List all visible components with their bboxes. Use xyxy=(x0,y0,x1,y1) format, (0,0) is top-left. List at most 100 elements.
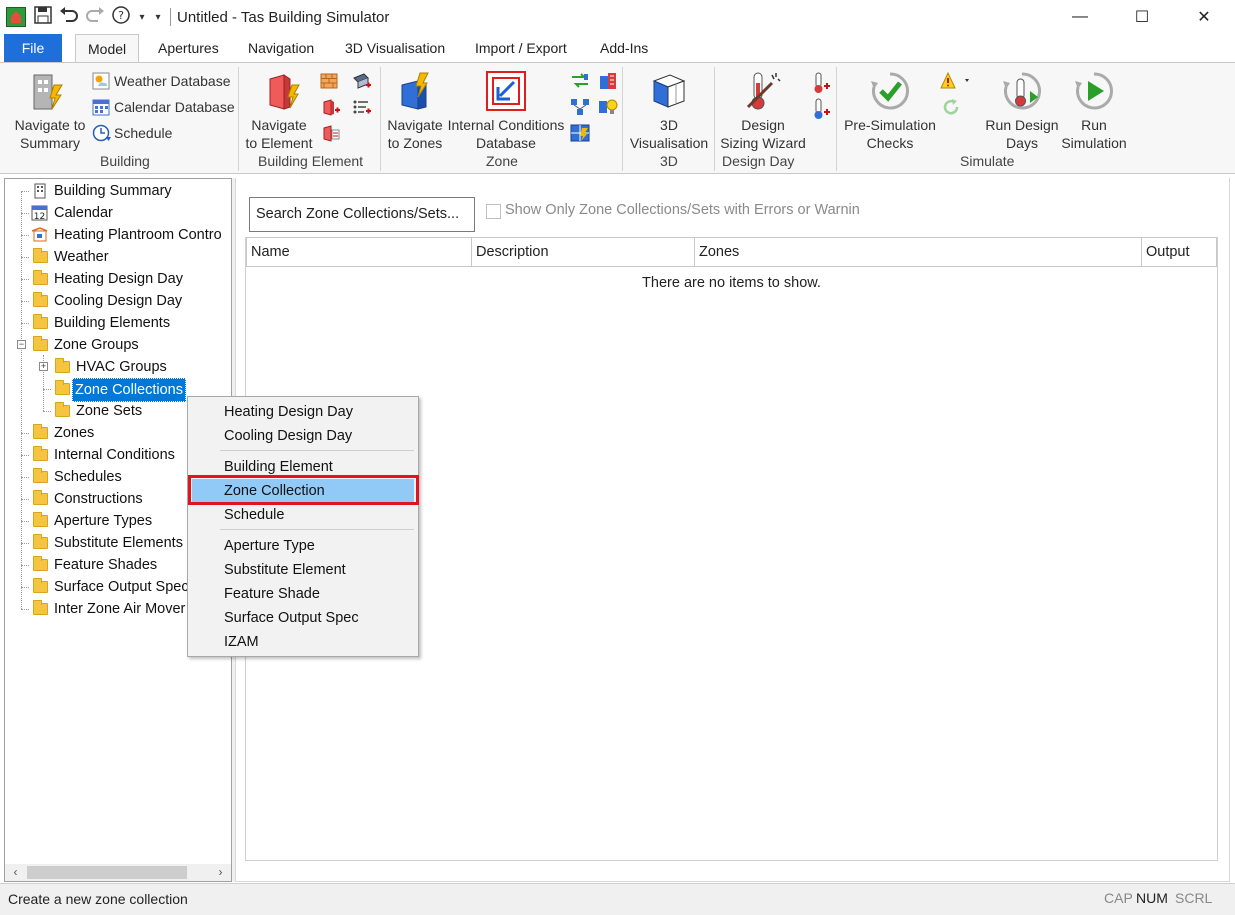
brick-wall-icon[interactable] xyxy=(320,72,338,90)
tab-import-export[interactable]: Import / Export xyxy=(463,34,579,62)
maximize-button[interactable]: ☐ xyxy=(1111,0,1173,34)
3d-visualisation-icon[interactable] xyxy=(648,69,686,109)
menu-item-izam[interactable]: IZAM xyxy=(192,630,414,654)
schedule-button[interactable]: Schedule xyxy=(114,124,172,142)
calendar-database-button[interactable]: Calendar Database xyxy=(114,98,235,116)
scroll-right-icon[interactable]: › xyxy=(212,864,229,881)
internal-conditions-database-icon[interactable] xyxy=(486,71,526,111)
close-button[interactable]: ✕ xyxy=(1173,0,1235,34)
zone-network-icon[interactable] xyxy=(570,98,589,116)
add-cooling-design-day-icon[interactable] xyxy=(812,98,830,119)
dropdown-arrow-icon[interactable]: ▾ xyxy=(136,12,148,23)
scrollbar-thumb[interactable] xyxy=(27,866,187,879)
3d-group-label: 3D xyxy=(660,153,678,169)
zone-lighting-icon[interactable] xyxy=(598,98,618,116)
tree-item-label: Zones xyxy=(54,425,95,441)
pre-simulation-checks-label[interactable]: Pre-Simulation Checks xyxy=(842,116,938,152)
tree-item-label: HVAC Groups xyxy=(76,359,167,375)
folder-icon xyxy=(33,248,48,263)
warning-icon[interactable] xyxy=(940,71,969,90)
shade-element-icon[interactable] xyxy=(352,72,371,90)
minimize-button[interactable]: — xyxy=(1049,0,1111,34)
weather-database-icon[interactable] xyxy=(92,72,110,90)
add-heating-design-day-icon[interactable] xyxy=(812,72,830,93)
column-header-description[interactable]: Description xyxy=(472,238,695,266)
tree-connector xyxy=(21,609,29,610)
redo-icon xyxy=(84,6,106,29)
menu-item-schedule[interactable]: Schedule xyxy=(192,503,414,527)
navigate-to-summary-label[interactable]: Navigate to Summary xyxy=(12,116,88,152)
zone-swap-icon[interactable] xyxy=(570,72,588,90)
errors-only-label: Show Only Zone Collections/Sets with Err… xyxy=(505,202,860,218)
tab-apertures[interactable]: Apertures xyxy=(146,34,231,62)
menu-item-cooling-design-day[interactable]: Cooling Design Day xyxy=(192,424,414,448)
tree-item-hvac-groups[interactable]: + HVAC Groups xyxy=(33,356,231,378)
expand-icon[interactable]: + xyxy=(39,362,48,371)
simulate-group-label: Simulate xyxy=(960,153,1015,169)
tree-horizontal-scrollbar[interactable]: ‹ › xyxy=(5,864,231,881)
navigate-to-element-label[interactable]: Navigate to Element xyxy=(244,116,314,152)
app-logo-icon[interactable] xyxy=(6,7,26,27)
weather-database-button[interactable]: Weather Database xyxy=(114,72,230,90)
search-zone-collections-button[interactable]: Search Zone Collections/Sets... xyxy=(249,197,475,232)
run-design-days-label[interactable]: Run Design Days xyxy=(982,116,1062,152)
customize-toolbar-icon[interactable]: ▾ xyxy=(152,12,164,23)
add-element-icon[interactable] xyxy=(322,98,340,116)
collapse-icon[interactable]: − xyxy=(17,340,26,349)
tree-item-zone-groups[interactable]: − Zone Groups xyxy=(11,334,231,356)
menu-item-heating-design-day[interactable]: Heating Design Day xyxy=(192,400,414,424)
column-header-zones[interactable]: Zones xyxy=(695,238,1142,266)
tree-item-label: Zone Collections xyxy=(72,378,186,402)
tab-model[interactable]: Model xyxy=(75,34,140,63)
design-sizing-wizard-icon[interactable] xyxy=(744,69,781,110)
ribbon-separator xyxy=(622,67,623,171)
design-sizing-wizard-label[interactable]: Design Sizing Wizard xyxy=(718,116,808,152)
table-header: Name Description Zones Output xyxy=(246,237,1217,267)
column-header-output[interactable]: Output xyxy=(1142,238,1218,266)
menu-item-substitute-element[interactable]: Substitute Element xyxy=(192,558,414,582)
tree-item-heating-design-day[interactable]: Heating Design Day xyxy=(21,268,231,290)
tree-item-calendar[interactable]: 12 Calendar xyxy=(21,202,231,224)
pre-simulation-checks-icon[interactable] xyxy=(870,71,910,111)
zone-navigate-icon[interactable] xyxy=(398,71,434,111)
tree-item-building-elements[interactable]: Building Elements xyxy=(21,312,231,334)
building-element-icon[interactable] xyxy=(266,71,302,111)
tree-connector xyxy=(21,587,29,588)
element-properties-icon[interactable] xyxy=(352,98,371,116)
menu-item-feature-shade[interactable]: Feature Shade xyxy=(192,582,414,606)
tab-file[interactable]: File xyxy=(4,34,62,62)
tab-add-ins[interactable]: Add-Ins xyxy=(588,34,660,62)
column-header-name[interactable]: Name xyxy=(247,238,472,266)
3d-visualisation-label[interactable]: 3D Visualisation xyxy=(624,116,714,152)
menu-item-aperture-type[interactable]: Aperture Type xyxy=(192,534,414,558)
zone-grid-icon[interactable] xyxy=(570,124,590,142)
tree-item-heating-plantroom[interactable]: Heating Plantroom Contro xyxy=(21,224,231,246)
tree-item-cooling-design-day[interactable]: Cooling Design Day xyxy=(21,290,231,312)
schedule-icon[interactable] xyxy=(92,124,111,142)
element-list-icon[interactable] xyxy=(322,124,340,142)
zone-building-icon[interactable] xyxy=(598,72,616,90)
tab-navigation[interactable]: Navigation xyxy=(236,34,326,62)
tree-connector xyxy=(21,323,29,324)
tree-item-weather[interactable]: Weather xyxy=(21,246,231,268)
num-lock-indicator: NUM xyxy=(1136,890,1168,906)
scroll-left-icon[interactable]: ‹ xyxy=(7,864,24,881)
svg-text:12: 12 xyxy=(34,212,45,221)
tree-connector xyxy=(21,213,29,214)
run-simulation-icon[interactable] xyxy=(1074,71,1114,111)
tree-connector xyxy=(21,565,29,566)
folder-icon xyxy=(33,270,48,285)
tree-item-building-summary[interactable]: Building Summary xyxy=(21,180,231,202)
save-icon[interactable] xyxy=(32,5,54,29)
help-icon[interactable]: ? xyxy=(110,5,132,29)
folder-icon xyxy=(33,292,48,307)
run-design-days-icon[interactable] xyxy=(1002,71,1042,111)
menu-item-surface-output-spec[interactable]: Surface Output Spec xyxy=(192,606,414,630)
internal-conditions-database-label[interactable]: Internal Conditions Database xyxy=(446,116,566,152)
building-summary-icon[interactable] xyxy=(30,71,66,111)
run-simulation-label[interactable]: Run Simulation xyxy=(1056,116,1132,152)
calendar-database-icon[interactable] xyxy=(92,98,110,116)
tab-3d-visualisation[interactable]: 3D Visualisation xyxy=(333,34,457,62)
navigate-to-zones-label[interactable]: Navigate to Zones xyxy=(384,116,446,152)
undo-icon[interactable] xyxy=(58,6,80,29)
